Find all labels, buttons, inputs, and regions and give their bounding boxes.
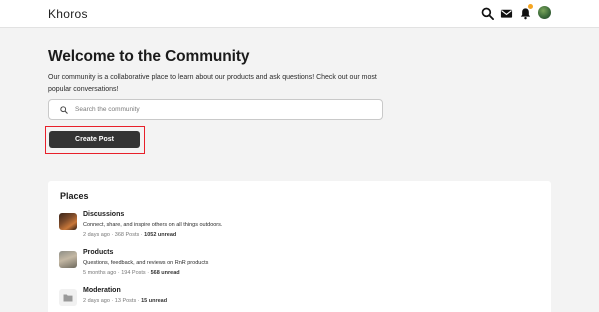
place-meta: 5 months ago · 194 Posts · 568 unread [83, 270, 523, 276]
place-stats: 2 days ago · 13 Posts · [83, 298, 142, 304]
folder-icon [59, 289, 77, 306]
search-bar[interactable] [48, 99, 383, 120]
place-description: Connect, share, and inspire others on al… [83, 222, 223, 228]
mail-icon[interactable] [499, 6, 513, 20]
search-icon[interactable] [480, 6, 494, 20]
page-title: Welcome to the Community [48, 48, 250, 65]
places-panel: Places Discussions Connect, share, and i… [48, 181, 551, 312]
search-input[interactable] [75, 106, 375, 113]
place-stats: 2 days ago · 368 Posts · [83, 232, 145, 238]
bell-icon[interactable] [518, 4, 533, 20]
place-unread-count: 1052 unread [144, 232, 177, 238]
place-name[interactable]: Discussions [83, 211, 523, 218]
welcome-description: Our community is a collaborative place t… [48, 74, 377, 93]
place-meta: 2 days ago · 368 Posts · 1052 unread [83, 232, 523, 238]
place-description: Questions, feedback, and reviews on RnR … [83, 260, 209, 266]
place-unread-count: 15 unread [141, 298, 168, 304]
top-navigation-bar: Khoros [0, 0, 599, 28]
user-avatar[interactable] [538, 6, 551, 19]
create-post-highlight: Create Post [45, 126, 145, 154]
discussions-thumbnail [59, 213, 77, 230]
khoros-logo[interactable]: Khoros [48, 7, 89, 21]
place-meta: 2 days ago · 13 Posts · 15 unread [83, 298, 523, 304]
place-name[interactable]: Products [83, 249, 523, 256]
welcome-section: Welcome to the Community Our community i… [48, 48, 393, 96]
places-title: Places [60, 191, 89, 201]
create-post-button[interactable]: Create Post [49, 131, 140, 148]
place-unread-count: 568 unread [150, 270, 180, 276]
logo-text: Khoros [48, 7, 88, 21]
search-field-icon [60, 105, 68, 114]
products-thumbnail [59, 251, 77, 268]
notification-badge [528, 4, 533, 9]
place-stats: 5 months ago · 194 Posts · [83, 270, 151, 276]
place-name[interactable]: Moderation [83, 287, 523, 294]
